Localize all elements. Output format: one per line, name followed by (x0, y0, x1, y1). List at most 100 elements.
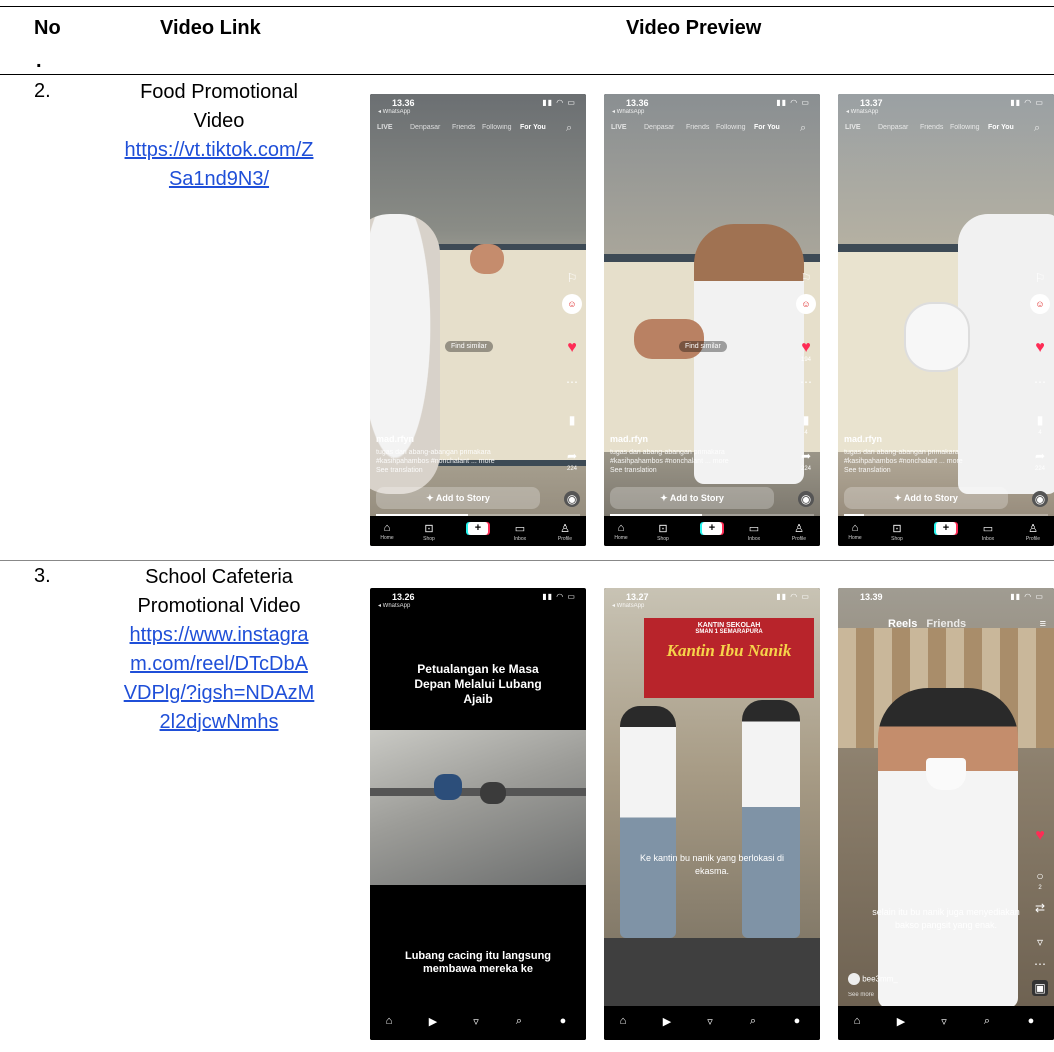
video-username[interactable]: mad.rfyn (610, 434, 648, 444)
music-disc-icon[interactable]: ◉ (1032, 491, 1048, 507)
tab-home-icon[interactable]: ⌂ (608, 1015, 638, 1027)
heart-icon[interactable]: ♥ (1032, 828, 1048, 844)
back-to-whatsapp[interactable]: ◂ WhatsApp (846, 108, 878, 115)
live-icon[interactable]: LIVE (377, 124, 393, 131)
url-line[interactable]: https://www.instagra (100, 621, 338, 650)
add-to-story-button[interactable]: ✦ Add to Story (844, 487, 1008, 509)
tab-friends[interactable]: Friends (926, 618, 966, 630)
tab-reels-icon[interactable]: ▶ (418, 1015, 448, 1028)
flag-icon[interactable]: ⚐ (564, 270, 580, 286)
avatar[interactable]: ☺ (562, 294, 582, 314)
nav-following[interactable]: Following (950, 124, 980, 131)
tab-profile[interactable]: ♙ Profile (1018, 522, 1048, 542)
tab-shop[interactable]: ⊡ Shop (648, 522, 678, 542)
tab-create[interactable]: + (463, 522, 493, 535)
plus-icon[interactable]: + (468, 522, 488, 535)
comment-icon[interactable]: ⋯ (798, 374, 814, 390)
flag-icon[interactable]: ⚐ (1032, 270, 1048, 286)
nav-denpasar[interactable]: Denpasar (878, 124, 908, 131)
search-icon[interactable]: ⌕ (566, 122, 572, 135)
nav-following[interactable]: Following (716, 124, 746, 131)
audio-thumbnail-icon[interactable]: ▣ (1032, 980, 1048, 996)
nav-for-you[interactable]: For You (520, 124, 546, 131)
video-url-link[interactable]: https://vt.tiktok.com/Z Sa1nd9N3/ (100, 136, 338, 194)
send-icon[interactable]: ▿ (1032, 934, 1048, 950)
filter-icon[interactable]: ≡ (1040, 618, 1046, 630)
caption-line[interactable]: #kasihpahambos #nonchalant ... more (610, 457, 760, 466)
find-similar-button[interactable]: Find similar (679, 341, 727, 352)
tab-shop[interactable]: ⊡ Shop (414, 522, 444, 542)
plus-icon[interactable]: + (936, 522, 956, 535)
share-icon[interactable]: ➦ (798, 448, 814, 464)
more-icon[interactable]: ⋯ (1032, 956, 1048, 972)
add-to-story-button[interactable]: ✦ Add to Story (376, 487, 540, 509)
tab-reels-icon[interactable]: ▶ (886, 1015, 916, 1028)
find-similar-button[interactable]: Find similar (445, 341, 493, 352)
tab-create[interactable]: + (697, 522, 727, 535)
tab-home-icon[interactable]: ⌂ (842, 1015, 872, 1027)
url-line[interactable]: 2l2djcwNmhs (100, 708, 338, 737)
nav-for-you[interactable]: For You (754, 124, 780, 131)
avatar[interactable]: ☺ (1030, 294, 1050, 314)
comment-icon[interactable]: ⋯ (1032, 374, 1048, 390)
tab-send-icon[interactable]: ▿ (461, 1015, 491, 1028)
url-line[interactable]: https://vt.tiktok.com/Z (100, 136, 338, 165)
caption-line[interactable]: #kasihpahambos #nonchalant ... more (844, 457, 994, 466)
tab-home[interactable]: ⌂ Home (840, 522, 870, 541)
tab-reels-icon[interactable]: ▶ (652, 1015, 682, 1028)
nav-friends[interactable]: Friends (686, 124, 709, 131)
nav-denpasar[interactable]: Denpasar (644, 124, 674, 131)
plus-icon[interactable]: + (702, 522, 722, 535)
tab-search-icon[interactable]: ⌕ (972, 1015, 1002, 1028)
comment-icon[interactable]: ⋯ (564, 374, 580, 390)
tab-send-icon[interactable]: ▿ (929, 1015, 959, 1028)
back-to-whatsapp[interactable]: ◂ WhatsApp (378, 108, 410, 115)
tab-search-icon[interactable]: ⌕ (738, 1015, 768, 1028)
music-disc-icon[interactable]: ◉ (564, 491, 580, 507)
reel-username[interactable]: bee3mm_ (862, 975, 898, 984)
nav-friends[interactable]: Friends (452, 124, 475, 131)
tab-inbox[interactable]: ▭ Inbox (739, 522, 769, 542)
tab-profile-avatar[interactable]: ● (1016, 1015, 1046, 1027)
tab-profile-avatar[interactable]: ● (548, 1015, 578, 1027)
tab-profile-avatar[interactable]: ● (782, 1015, 812, 1027)
video-username[interactable]: mad.rfyn (844, 434, 882, 444)
video-username[interactable]: mad.rfyn (376, 434, 414, 444)
share-icon[interactable]: ➦ (564, 448, 580, 464)
tab-search-icon[interactable]: ⌕ (504, 1015, 534, 1028)
bookmark-icon[interactable]: ▮ (564, 412, 580, 428)
bookmark-icon[interactable]: ▮ (1032, 412, 1048, 428)
tab-inbox[interactable]: ▭ Inbox (973, 522, 1003, 542)
tab-profile[interactable]: ♙ Profile (784, 522, 814, 542)
tab-shop[interactable]: ⊡ Shop (882, 522, 912, 542)
caption-line[interactable]: #kasihpahambos #nonchalant ... more (376, 457, 526, 466)
tab-home-icon[interactable]: ⌂ (374, 1015, 404, 1027)
see-translation-link[interactable]: See translation (376, 466, 526, 475)
share-icon[interactable]: ➦ (1032, 448, 1048, 464)
tab-profile[interactable]: ♙ Profile (550, 522, 580, 542)
live-icon[interactable]: LIVE (611, 124, 627, 131)
flag-icon[interactable]: ⚐ (798, 270, 814, 286)
reel-user[interactable]: bee3mm_ (848, 973, 898, 985)
tab-inbox[interactable]: ▭ Inbox (505, 522, 535, 542)
heart-icon[interactable]: ♥ (798, 340, 814, 356)
tab-home[interactable]: ⌂ Home (606, 522, 636, 541)
nav-for-you[interactable]: For You (988, 124, 1014, 131)
add-to-story-button[interactable]: ✦ Add to Story (610, 487, 774, 509)
url-line[interactable]: m.com/reel/DTcDbA (100, 650, 338, 679)
tab-create[interactable]: + (931, 522, 961, 535)
avatar[interactable] (848, 973, 860, 985)
search-icon[interactable]: ⌕ (800, 122, 806, 135)
url-line[interactable]: Sa1nd9N3/ (100, 165, 338, 194)
comment-icon[interactable]: ○ (1032, 868, 1048, 884)
search-icon[interactable]: ⌕ (1034, 122, 1040, 135)
live-icon[interactable]: LIVE (845, 124, 861, 131)
tab-home[interactable]: ⌂ Home (372, 522, 402, 541)
url-line[interactable]: VDPlg/?igsh=NDAzM (100, 679, 338, 708)
nav-friends[interactable]: Friends (920, 124, 943, 131)
avatar[interactable]: ☺ (796, 294, 816, 314)
video-url-link[interactable]: https://www.instagra m.com/reel/DTcDbA V… (100, 621, 338, 737)
nav-denpasar[interactable]: Denpasar (410, 124, 440, 131)
tab-send-icon[interactable]: ▿ (695, 1015, 725, 1028)
see-more-link[interactable]: See more (848, 992, 874, 998)
